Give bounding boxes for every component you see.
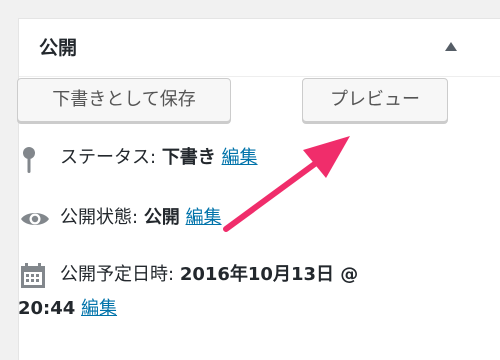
status-label: ステータス: [60, 147, 157, 168]
status-row: ステータス: 下書き 編集 [20, 145, 480, 175]
map-pin-icon [20, 145, 44, 183]
panel-title: 公開 [39, 37, 78, 59]
schedule-text: 公開予定日時: 2016年10月13日 @ [60, 262, 358, 288]
schedule-time: 20:44 [18, 298, 76, 319]
eye-icon [20, 205, 50, 241]
schedule-date: 2016年10月13日 @ [179, 264, 359, 285]
visibility-edit-link[interactable]: 編集 [186, 207, 222, 228]
preview-button[interactable]: プレビュー [302, 78, 448, 122]
status-edit-link[interactable]: 編集 [222, 147, 258, 168]
status-text: ステータス: 下書き 編集 [60, 145, 258, 171]
visibility-text: 公開状態: 公開 編集 [60, 205, 222, 231]
visibility-row: 公開状態: 公開 編集 [20, 205, 480, 235]
schedule-edit-link[interactable]: 編集 [81, 298, 117, 319]
schedule-line2: 20:44 編集 [18, 296, 117, 322]
visibility-value: 公開 [143, 207, 180, 228]
schedule-row: 公開予定日時: 2016年10月13日 @ 20:44 編集 [18, 262, 480, 332]
visibility-label: 公開状態: [60, 207, 139, 228]
schedule-label: 公開予定日時: [60, 264, 175, 285]
save-draft-button[interactable]: 下書きとして保存 [17, 78, 231, 122]
toggle-arrow-icon[interactable] [445, 42, 457, 51]
panel-header[interactable]: 公開 [19, 19, 500, 77]
calendar-icon [20, 262, 48, 298]
status-value: 下書き [161, 147, 216, 168]
